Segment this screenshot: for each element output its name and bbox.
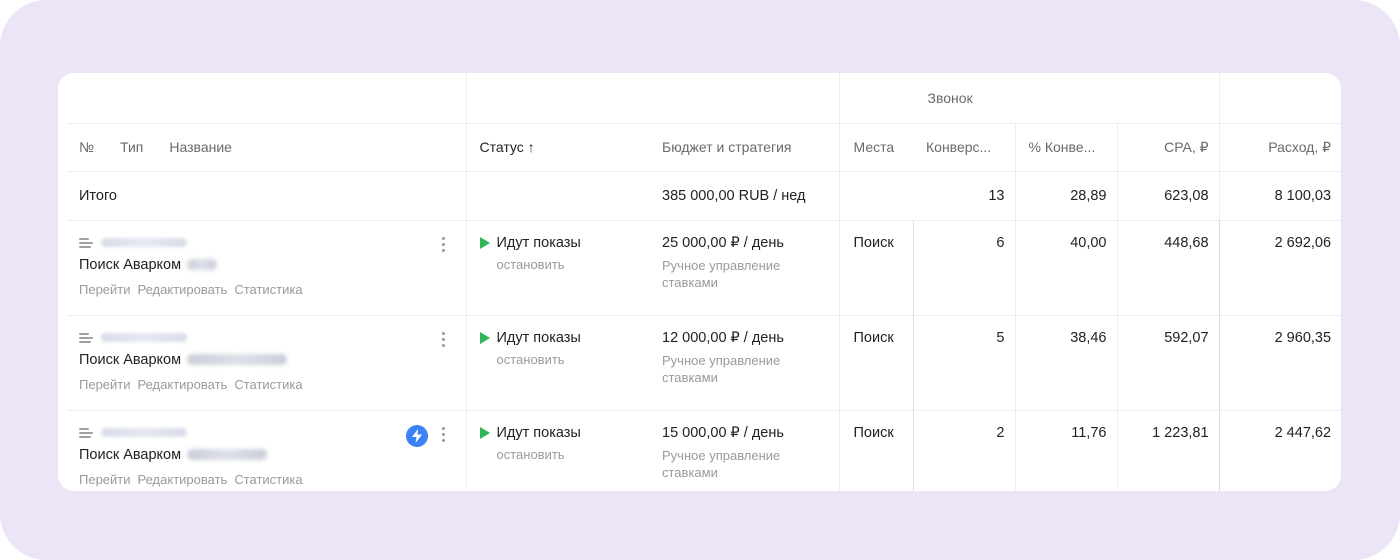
spend-value: 2 692,06	[1274, 234, 1332, 251]
campaigns-table-card: Звонок № Тип Название Статус ↑ Бюджет и …	[58, 73, 1341, 491]
table-row: Поиск Аварком Перейти Редактировать Стат…	[67, 410, 1341, 491]
total-cpa: 623,08	[1164, 187, 1209, 204]
status-text: Идут показы	[496, 329, 581, 346]
campaign-name-redacted	[187, 449, 268, 460]
column-header-conversions[interactable]: Конверс...	[926, 139, 991, 155]
kebab-menu-icon[interactable]	[441, 331, 446, 350]
column-header-budget[interactable]: Бюджет и стратегия	[662, 139, 791, 155]
campaigns-table: Звонок № Тип Название Статус ↑ Бюджет и …	[67, 73, 1341, 491]
strategy-text: Ручное управление ставками	[662, 447, 781, 480]
column-header-status[interactable]: Статус ↑	[480, 139, 535, 155]
total-conv-rate: 28,89	[1070, 187, 1107, 204]
table-row: Поиск Аварком Перейти Редактировать Стат…	[67, 220, 1341, 316]
column-header-row: № Тип Название Статус ↑ Бюджет и стратег…	[67, 123, 1341, 172]
column-header-type[interactable]: Тип	[120, 139, 143, 155]
conversions-value: 6	[996, 234, 1005, 251]
screenshot-frame: Звонок № Тип Название Статус ↑ Бюджет и …	[0, 0, 1400, 560]
campaign-name[interactable]: Поиск Аварком	[79, 257, 466, 273]
column-header-number[interactable]: №	[79, 139, 94, 155]
campaign-type-text-icon	[79, 332, 93, 343]
link-go[interactable]: Перейти	[79, 377, 131, 392]
place-value: Поиск	[853, 234, 894, 251]
stop-link[interactable]: остановить	[480, 447, 650, 462]
campaign-id-redacted	[101, 238, 187, 247]
cpa-value: 1 223,81	[1152, 424, 1209, 441]
conversions-value: 5	[996, 329, 1005, 346]
campaign-cell: Поиск Аварком Перейти Редактировать Стат…	[67, 235, 466, 315]
campaign-name-redacted	[187, 354, 288, 365]
column-header-spend[interactable]: Расход, ₽	[1268, 139, 1331, 155]
play-icon	[479, 426, 490, 439]
link-edit[interactable]: Редактировать	[138, 472, 228, 487]
link-edit[interactable]: Редактировать	[138, 282, 228, 297]
total-label: Итого	[79, 187, 117, 204]
total-budget: 385 000,00 RUB / нед	[662, 187, 806, 204]
link-edit[interactable]: Редактировать	[138, 377, 228, 392]
column-header-places[interactable]: Места	[854, 139, 895, 155]
budget-value[interactable]: 25 000,00 ₽ / день	[662, 235, 839, 251]
lightning-bolt-icon[interactable]	[405, 424, 428, 447]
column-header-cpa[interactable]: CPA, ₽	[1164, 139, 1208, 155]
link-stats[interactable]: Статистика	[234, 377, 302, 392]
place-value: Поиск	[853, 329, 894, 346]
conv-rate-value: 38,46	[1070, 329, 1107, 346]
play-icon	[479, 236, 490, 249]
total-row: Итого 385 000,00 RUB / нед 13 28,89 623,…	[67, 171, 1341, 221]
budget-value[interactable]: 15 000,00 ₽ / день	[662, 425, 839, 441]
total-spend: 8 100,03	[1274, 187, 1332, 204]
column-header-name[interactable]: Название	[169, 139, 232, 155]
link-stats[interactable]: Статистика	[234, 472, 302, 487]
total-conversions: 13	[988, 187, 1005, 204]
play-icon	[479, 331, 490, 344]
conversions-value: 2	[996, 424, 1005, 441]
campaign-cell: Поиск Аварком Перейти Редактировать Стат…	[67, 330, 466, 410]
spend-value: 2 447,62	[1274, 424, 1332, 441]
stop-link[interactable]: остановить	[480, 352, 650, 367]
spend-value: 2 960,35	[1274, 329, 1332, 346]
conv-rate-value: 40,00	[1070, 234, 1107, 251]
cpa-value: 592,07	[1164, 329, 1209, 346]
conv-rate-value: 11,76	[1071, 424, 1107, 441]
campaign-name-redacted	[187, 259, 218, 270]
campaign-type-text-icon	[79, 237, 93, 248]
link-go[interactable]: Перейти	[79, 472, 131, 487]
group-header-row: Звонок	[67, 73, 1341, 124]
link-go[interactable]: Перейти	[79, 282, 131, 297]
place-value: Поиск	[853, 424, 894, 441]
campaign-type-text-icon	[79, 427, 93, 438]
campaign-id-redacted	[101, 333, 187, 342]
group-header-zvonok: Звонок	[927, 90, 973, 106]
table-row: Поиск Аварком Перейти Редактировать Стат…	[67, 315, 1341, 411]
link-stats[interactable]: Статистика	[234, 282, 302, 297]
kebab-menu-icon[interactable]	[441, 236, 446, 255]
strategy-text: Ручное управление ставками	[662, 257, 781, 290]
strategy-text: Ручное управление ставками	[662, 352, 781, 385]
kebab-menu-icon[interactable]	[441, 426, 446, 445]
budget-value[interactable]: 12 000,00 ₽ / день	[662, 330, 839, 346]
campaign-name[interactable]: Поиск Аварком	[79, 447, 466, 463]
column-header-conv-rate[interactable]: % Конве...	[1029, 139, 1096, 155]
campaign-id-redacted	[101, 428, 187, 437]
campaign-name[interactable]: Поиск Аварком	[79, 352, 466, 368]
status-text: Идут показы	[496, 424, 581, 441]
campaign-cell: Поиск Аварком Перейти Редактировать Стат…	[67, 424, 466, 492]
stop-link[interactable]: остановить	[480, 257, 650, 272]
status-text: Идут показы	[496, 234, 581, 251]
cpa-value: 448,68	[1164, 234, 1209, 251]
